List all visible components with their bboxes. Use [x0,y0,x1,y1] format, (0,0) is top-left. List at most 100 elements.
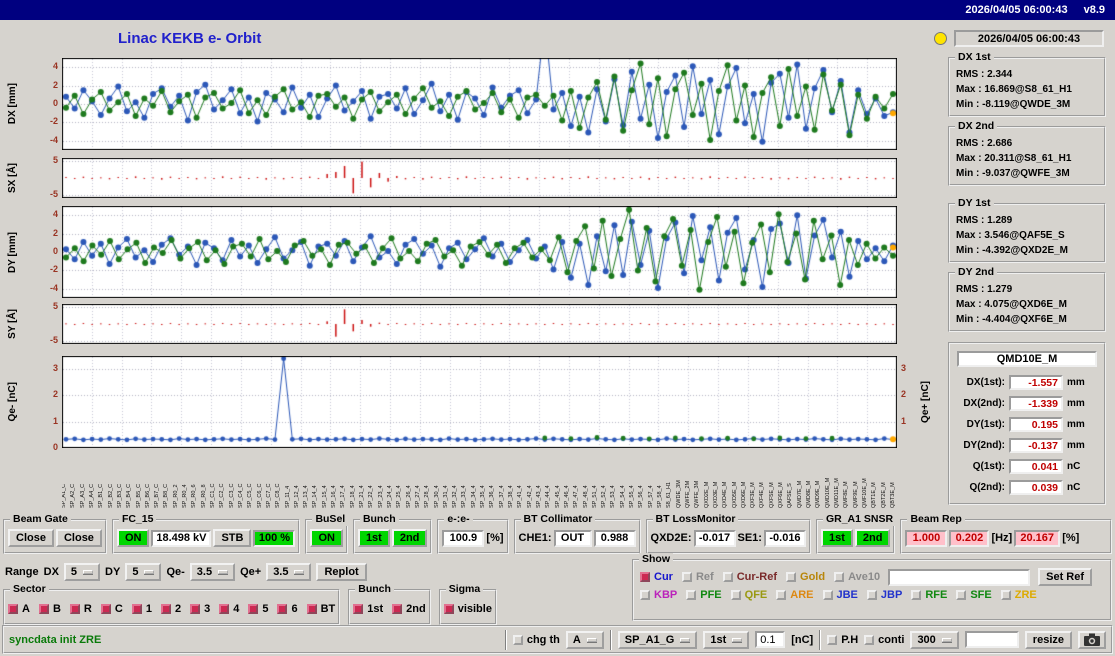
mode-select[interactable]: A [565,630,604,649]
range-dx-select[interactable]: 5 [63,563,101,581]
conti-checkbox[interactable]: conti [864,634,904,646]
stat-group-dx-2nd: DX 2nd RMS : 2.686 Max : 20.311@S8_61_H1 Mi… [948,120,1106,186]
range-qem-select[interactable]: 3.5 [189,563,236,581]
checkbox-label: B [52,602,61,615]
show-ref-checkbox[interactable]: Ref [681,571,714,583]
monitor-row: DY(1st): 0.195 mm [953,414,1101,435]
stat-line: Max : 4.075@QXD6E_M [956,299,1067,310]
ph-checkbox[interactable]: P.H [827,634,858,646]
sector-a-checkbox[interactable]: A [8,603,30,615]
monitor-row-value: 0.195 [1009,417,1063,432]
y-tick-label: -5 [49,334,58,345]
sigma-visible-checkbox[interactable]: visible [443,603,492,615]
replot-button[interactable]: Replot [316,563,367,581]
show-region-checkboxes: KBP PFE QFE ARE JBE JBP RFE SFE ZRE [640,589,1037,601]
show-kbp-checkbox[interactable]: KBP [640,589,677,601]
sector-2-checkbox[interactable]: 2 [160,603,181,615]
gr-a1-snsr-2nd-button[interactable]: 2nd [854,529,891,547]
fc15-stb-button[interactable]: STB [213,529,252,547]
plot-sx[interactable] [62,158,897,198]
bpm-label: SP_14_4 [312,485,319,508]
sector-bt-checkbox[interactable]: BT [306,603,335,615]
y-axis-label-text: Qe+ [nC] [919,381,931,423]
fc15-on-button[interactable]: ON [116,529,150,547]
set-ref-button[interactable]: Set Ref [1038,568,1093,586]
sp-monitor-select[interactable]: SP_A1_G [617,630,698,649]
bpm-label: QWDE_3M [675,480,682,508]
show-zre-checkbox[interactable]: ZRE [1000,589,1037,601]
threshold-input[interactable] [755,631,786,648]
checkbox-label: RFE [925,589,948,601]
bt-collimator-state: OUT [553,529,592,547]
range-qep-select[interactable]: 3.5 [266,563,312,581]
range-row: Range DX 5 DY 5 Qe- 3.5 Qe+ 3.5 Replot [5,561,367,583]
checkbox-indicator [834,572,845,582]
plot-sy[interactable] [62,304,897,344]
range-dy-select[interactable]: 5 [125,563,162,581]
show-cur-checkbox[interactable]: Cur [640,571,673,583]
status-message: syncdata init ZRE [9,633,102,646]
bunch-1st-button[interactable]: 1st [357,529,390,547]
bpm-label: SP_B1_C [98,483,105,508]
show-jbe-checkbox[interactable]: JBE [822,589,858,601]
checkbox-label: 5 [262,602,269,615]
checkbox-indicator [827,634,838,645]
show-pfe-checkbox[interactable]: PFE [686,589,722,601]
monitor-row: DX(2nd): -1.339 mm [953,393,1101,414]
beam-gate-close-button-1[interactable]: Close [8,529,54,547]
bpm-label: SP_12_4 [293,485,300,508]
threshold-unit: [nC] [791,633,814,646]
show-rfe-checkbox[interactable]: RFE [911,589,947,601]
statusbar-bunch-select[interactable]: 1st [703,630,750,649]
gr-a1-snsr-1st-button[interactable]: 1st [820,529,853,547]
show-cur-ref-checkbox[interactable]: Cur-Ref [722,571,777,583]
bpm-label: SP_A2_C [70,483,77,508]
sector-4-checkbox[interactable]: 4 [219,603,239,615]
checkbox-label: A [22,602,30,615]
bunch-2nd-button[interactable]: 2nd [391,529,428,547]
chg-th-checkbox[interactable]: chg th [512,634,560,646]
busel-on-button[interactable]: ON [310,529,343,547]
bunch-2nd-checkbox[interactable]: 2nd [392,603,426,615]
show-gold-checkbox[interactable]: Gold [786,571,825,583]
y-tick-label: -5 [49,188,58,199]
bpm-label: SP_54_4 [619,485,626,508]
sector-3-checkbox[interactable]: 3 [190,603,210,615]
range-dy-value: 5 [132,566,139,578]
bunch-1st-checkbox[interactable]: 1st [353,603,383,615]
sector-b-checkbox[interactable]: B [38,602,61,615]
sector-6-checkbox[interactable]: 6 [277,603,298,615]
separator [609,629,612,650]
points-select[interactable]: 300 [910,630,959,649]
sector-5-checkbox[interactable]: 5 [248,603,268,615]
beam-gate-close-button-2[interactable]: Close [55,529,102,547]
y-tick-label: 4 [52,61,58,72]
sector-r-checkbox[interactable]: R [69,603,92,615]
option-menu-dash [941,637,952,642]
checkbox-indicator [306,603,317,614]
ref-name-input[interactable] [888,568,1031,586]
bt-collimator-group: BT Collimator CHE1: OUT 0.988 [513,513,641,554]
plot-qe[interactable] [62,356,897,448]
show-sfe-checkbox[interactable]: SFE [956,589,992,601]
plot-dy[interactable] [62,206,897,298]
show-ave10-checkbox[interactable]: Ave10 [834,571,880,583]
y-tick-label: 0 [52,98,58,108]
monitor-row: Q(1st): 0.041 nC [953,456,1101,477]
sector-c-checkbox[interactable]: C [100,603,123,615]
stat-line: RMS : 1.279 [956,284,1013,295]
fc15-group-title: FC_15 [118,513,157,526]
bpm-label: SP_R0_2 [172,484,179,508]
y-tick-label: 3 [52,363,58,374]
monitor-panel: QMD10E_M DX(1st): -1.557 mm DX(2nd): -1.339 m… [948,342,1106,505]
stat-line: Max : 3.546@QAF5E_S [956,230,1065,241]
camera-button[interactable] [1078,630,1106,649]
extra-input[interactable] [964,631,1019,648]
sector-1-checkbox[interactable]: 1 [131,603,152,615]
show-qfe-checkbox[interactable]: QFE [730,589,767,601]
resize-button[interactable]: resize [1024,630,1072,649]
y-tick-label: 0 [52,442,58,452]
show-are-checkbox[interactable]: ARE [776,589,814,601]
show-jbp-checkbox[interactable]: JBP [866,589,902,601]
plot-dx[interactable] [62,58,897,150]
